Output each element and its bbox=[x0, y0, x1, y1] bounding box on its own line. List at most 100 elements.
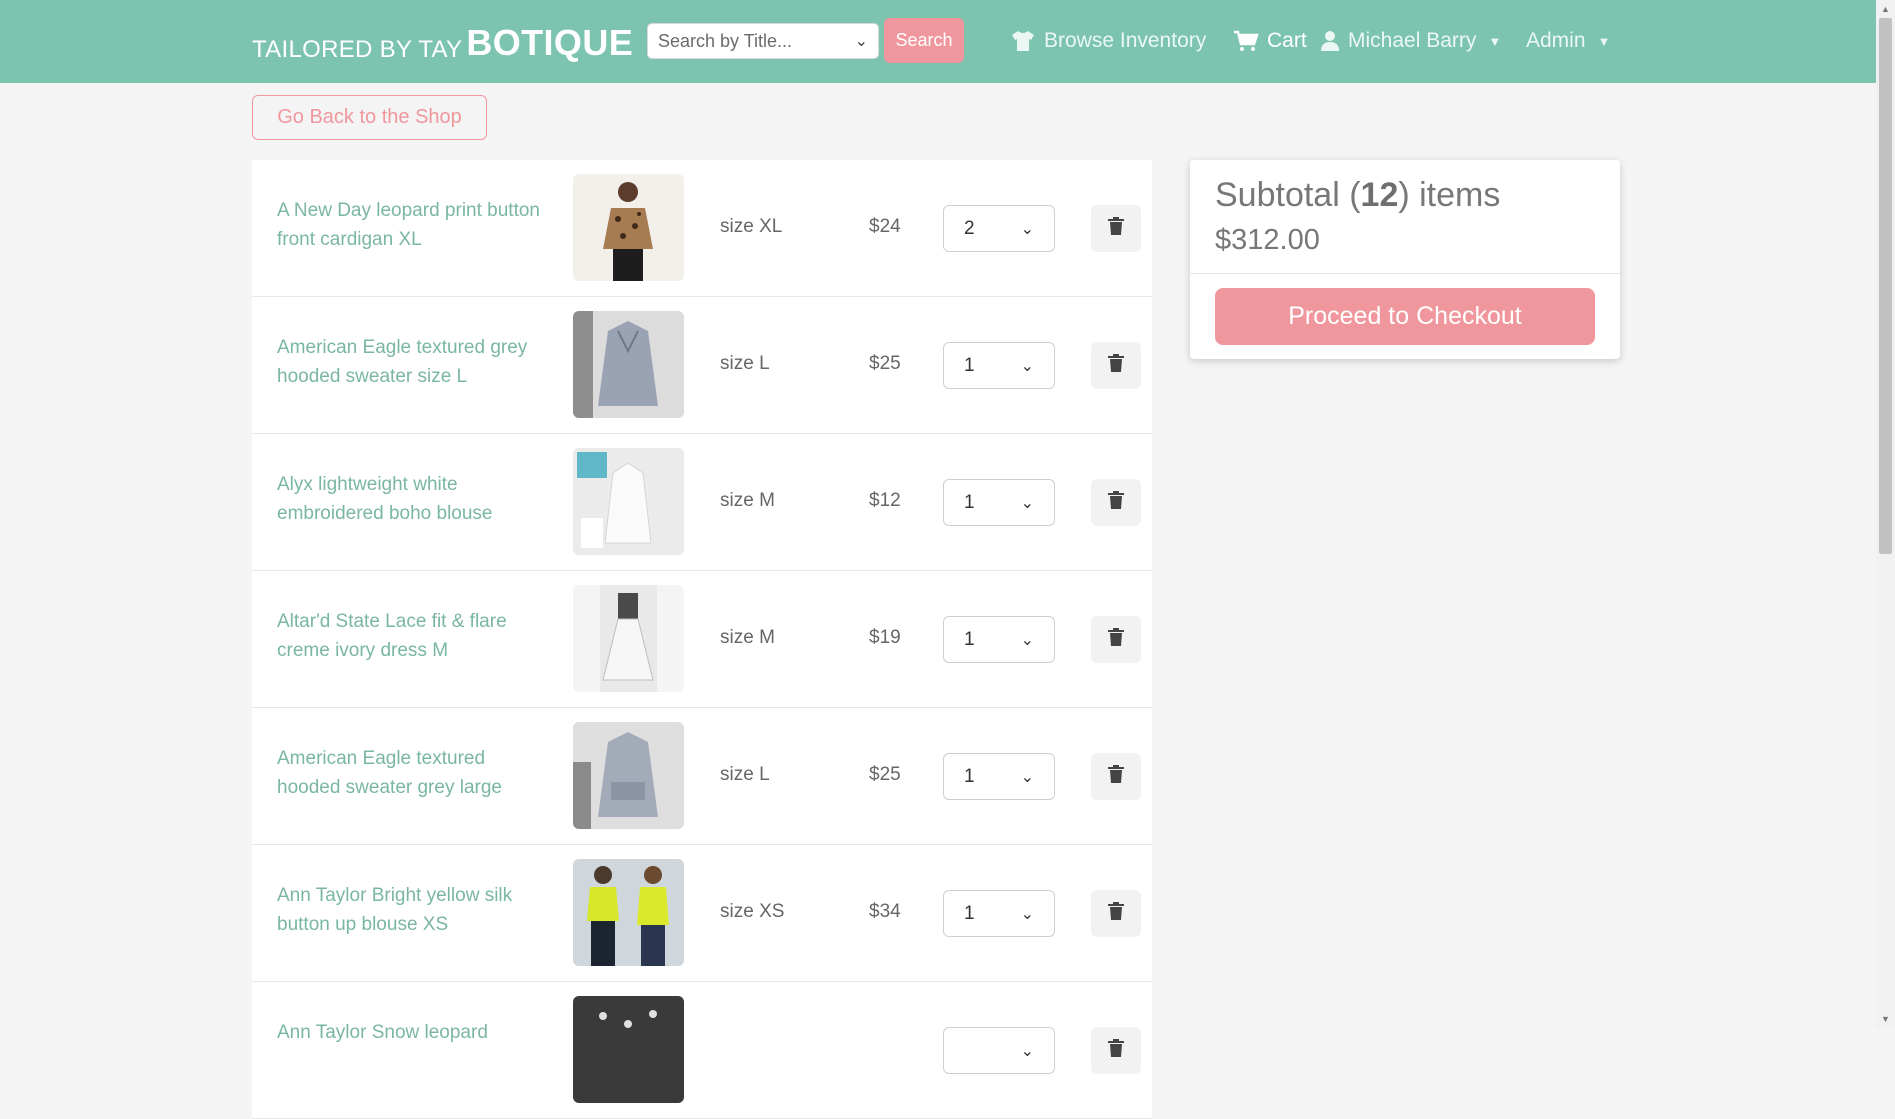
chevron-down-icon: ⌄ bbox=[1020, 357, 1034, 375]
item-title-link[interactable]: Alyx lightweight white embroidered boho … bbox=[277, 470, 547, 528]
quantity-select[interactable]: 1 ⌄ bbox=[943, 890, 1055, 937]
scroll-up-arrow-icon[interactable]: ▲ bbox=[1881, 4, 1890, 14]
subtotal-label-pre: Subtotal ( bbox=[1215, 176, 1361, 214]
item-thumbnail[interactable] bbox=[573, 311, 684, 418]
chevron-down-icon: ⌄ bbox=[1020, 905, 1034, 923]
item-price: $25 bbox=[869, 353, 901, 374]
caret-down-icon: ▼ bbox=[1597, 33, 1611, 49]
item-thumbnail[interactable] bbox=[573, 996, 684, 1103]
cart-item-row: Altar'd State Lace fit & flare creme ivo… bbox=[252, 571, 1152, 708]
chevron-down-icon: ⌄ bbox=[1020, 220, 1034, 238]
chevron-down-icon: ⌄ bbox=[1020, 631, 1034, 649]
user-icon bbox=[1320, 30, 1340, 52]
item-thumbnail[interactable] bbox=[573, 722, 684, 829]
trash-icon bbox=[1108, 217, 1124, 240]
trash-icon bbox=[1108, 491, 1124, 514]
shirt-icon bbox=[1010, 30, 1036, 52]
nav-user-menu[interactable]: Michael Barry ▼ bbox=[1320, 25, 1501, 57]
quantity-value: 1 bbox=[964, 491, 975, 513]
remove-item-button[interactable] bbox=[1091, 1027, 1141, 1074]
brand-logo[interactable]: TAILORED BY TAY BOTIQUE bbox=[252, 20, 633, 64]
item-price: $12 bbox=[869, 490, 901, 511]
quantity-select[interactable]: 1 ⌄ bbox=[943, 616, 1055, 663]
item-title-link[interactable]: Ann Taylor Snow leopard bbox=[277, 1018, 547, 1047]
search-button[interactable]: Search bbox=[884, 18, 964, 63]
brand-name: BOTIQUE bbox=[466, 22, 634, 63]
item-thumbnail[interactable] bbox=[573, 585, 684, 692]
item-size: size XS bbox=[720, 901, 785, 922]
item-title-link[interactable]: American Eagle textured hooded sweater g… bbox=[277, 744, 547, 802]
quantity-value: 1 bbox=[964, 628, 975, 650]
nav-user-label: Michael Barry bbox=[1348, 29, 1477, 52]
nav-admin-label: Admin bbox=[1526, 29, 1586, 52]
chevron-down-icon: ⌄ bbox=[1020, 768, 1034, 786]
item-thumbnail[interactable] bbox=[573, 448, 684, 555]
back-to-shop-button[interactable]: Go Back to the Shop bbox=[252, 95, 487, 140]
item-thumbnail[interactable] bbox=[573, 174, 684, 281]
chevron-down-icon: ⌄ bbox=[1020, 1042, 1034, 1060]
item-price: $19 bbox=[869, 627, 901, 648]
proceed-to-checkout-button[interactable]: Proceed to Checkout bbox=[1215, 288, 1595, 345]
item-price: $34 bbox=[869, 901, 901, 922]
brand-prefix: TAILORED BY TAY bbox=[252, 36, 463, 63]
remove-item-button[interactable] bbox=[1091, 890, 1141, 937]
subtotal-heading: Subtotal (12) items bbox=[1215, 176, 1500, 215]
item-size: size L bbox=[720, 764, 770, 785]
item-title-link[interactable]: Ann Taylor Bright yellow silk button up … bbox=[277, 881, 547, 939]
cart-item-row: American Eagle textured hooded sweater g… bbox=[252, 708, 1152, 845]
search-select[interactable]: Search by Title... ⌄ bbox=[647, 23, 879, 59]
nav-cart-label: Cart bbox=[1267, 29, 1307, 52]
nav-admin-menu[interactable]: Admin ▼ bbox=[1526, 25, 1610, 57]
quantity-value: 1 bbox=[964, 765, 975, 787]
quantity-value: 1 bbox=[964, 354, 975, 376]
quantity-select[interactable]: ⌄ bbox=[943, 1027, 1055, 1074]
remove-item-button[interactable] bbox=[1091, 342, 1141, 389]
item-size: size M bbox=[720, 627, 775, 648]
item-title-link[interactable]: Altar'd State Lace fit & flare creme ivo… bbox=[277, 607, 547, 665]
item-size: size M bbox=[720, 490, 775, 511]
item-size: size L bbox=[720, 353, 770, 374]
cart-item-row: Alyx lightweight white embroidered boho … bbox=[252, 434, 1152, 571]
trash-icon bbox=[1108, 354, 1124, 377]
scroll-down-arrow-icon[interactable]: ▼ bbox=[1881, 1014, 1890, 1024]
nav-browse-label: Browse Inventory bbox=[1044, 29, 1207, 52]
cart-item-row: Ann Taylor Snow leopard ⌄ bbox=[252, 982, 1152, 1119]
subtotal-label-post: ) items bbox=[1398, 176, 1501, 214]
quantity-select[interactable]: 2 ⌄ bbox=[943, 205, 1055, 252]
remove-item-button[interactable] bbox=[1091, 753, 1141, 800]
cart-item-list: A New Day leopard print button front car… bbox=[252, 160, 1152, 1119]
cart-item-row: American Eagle textured grey hooded swea… bbox=[252, 297, 1152, 434]
trash-icon bbox=[1108, 765, 1124, 788]
item-price: $24 bbox=[869, 216, 901, 237]
cart-icon bbox=[1233, 30, 1259, 52]
nav-browse-inventory[interactable]: Browse Inventory bbox=[1010, 25, 1206, 57]
nav-cart[interactable]: Cart bbox=[1233, 25, 1307, 57]
remove-item-button[interactable] bbox=[1091, 205, 1141, 252]
search-placeholder: Search by Title... bbox=[658, 30, 793, 51]
trash-icon bbox=[1108, 628, 1124, 651]
remove-item-button[interactable] bbox=[1091, 616, 1141, 663]
top-navbar: TAILORED BY TAY BOTIQUE Search by Title.… bbox=[0, 0, 1876, 83]
subtotal-count: 12 bbox=[1360, 176, 1399, 214]
quantity-select[interactable]: 1 ⌄ bbox=[943, 479, 1055, 526]
item-size: size XL bbox=[720, 216, 783, 237]
page-scrollbar[interactable]: ▲ ▼ bbox=[1876, 0, 1895, 1028]
scrollbar-thumb[interactable] bbox=[1879, 18, 1892, 554]
remove-item-button[interactable] bbox=[1091, 479, 1141, 526]
subtotal-amount: $312.00 bbox=[1215, 224, 1320, 256]
divider bbox=[1190, 273, 1620, 274]
caret-down-icon: ▼ bbox=[1488, 33, 1502, 49]
cart-item-row: A New Day leopard print button front car… bbox=[252, 160, 1152, 297]
item-title-link[interactable]: A New Day leopard print button front car… bbox=[277, 196, 547, 254]
quantity-select[interactable]: 1 ⌄ bbox=[943, 342, 1055, 389]
quantity-value: 2 bbox=[964, 217, 975, 239]
item-price: $25 bbox=[869, 764, 901, 785]
item-title-link[interactable]: American Eagle textured grey hooded swea… bbox=[277, 333, 547, 391]
quantity-select[interactable]: 1 ⌄ bbox=[943, 753, 1055, 800]
quantity-value: 1 bbox=[964, 902, 975, 924]
subtotal-card: Subtotal (12) items $312.00 Proceed to C… bbox=[1190, 160, 1620, 359]
trash-icon bbox=[1108, 902, 1124, 925]
chevron-down-icon: ⌄ bbox=[854, 33, 868, 50]
item-thumbnail[interactable] bbox=[573, 859, 684, 966]
cart-item-row: Ann Taylor Bright yellow silk button up … bbox=[252, 845, 1152, 982]
